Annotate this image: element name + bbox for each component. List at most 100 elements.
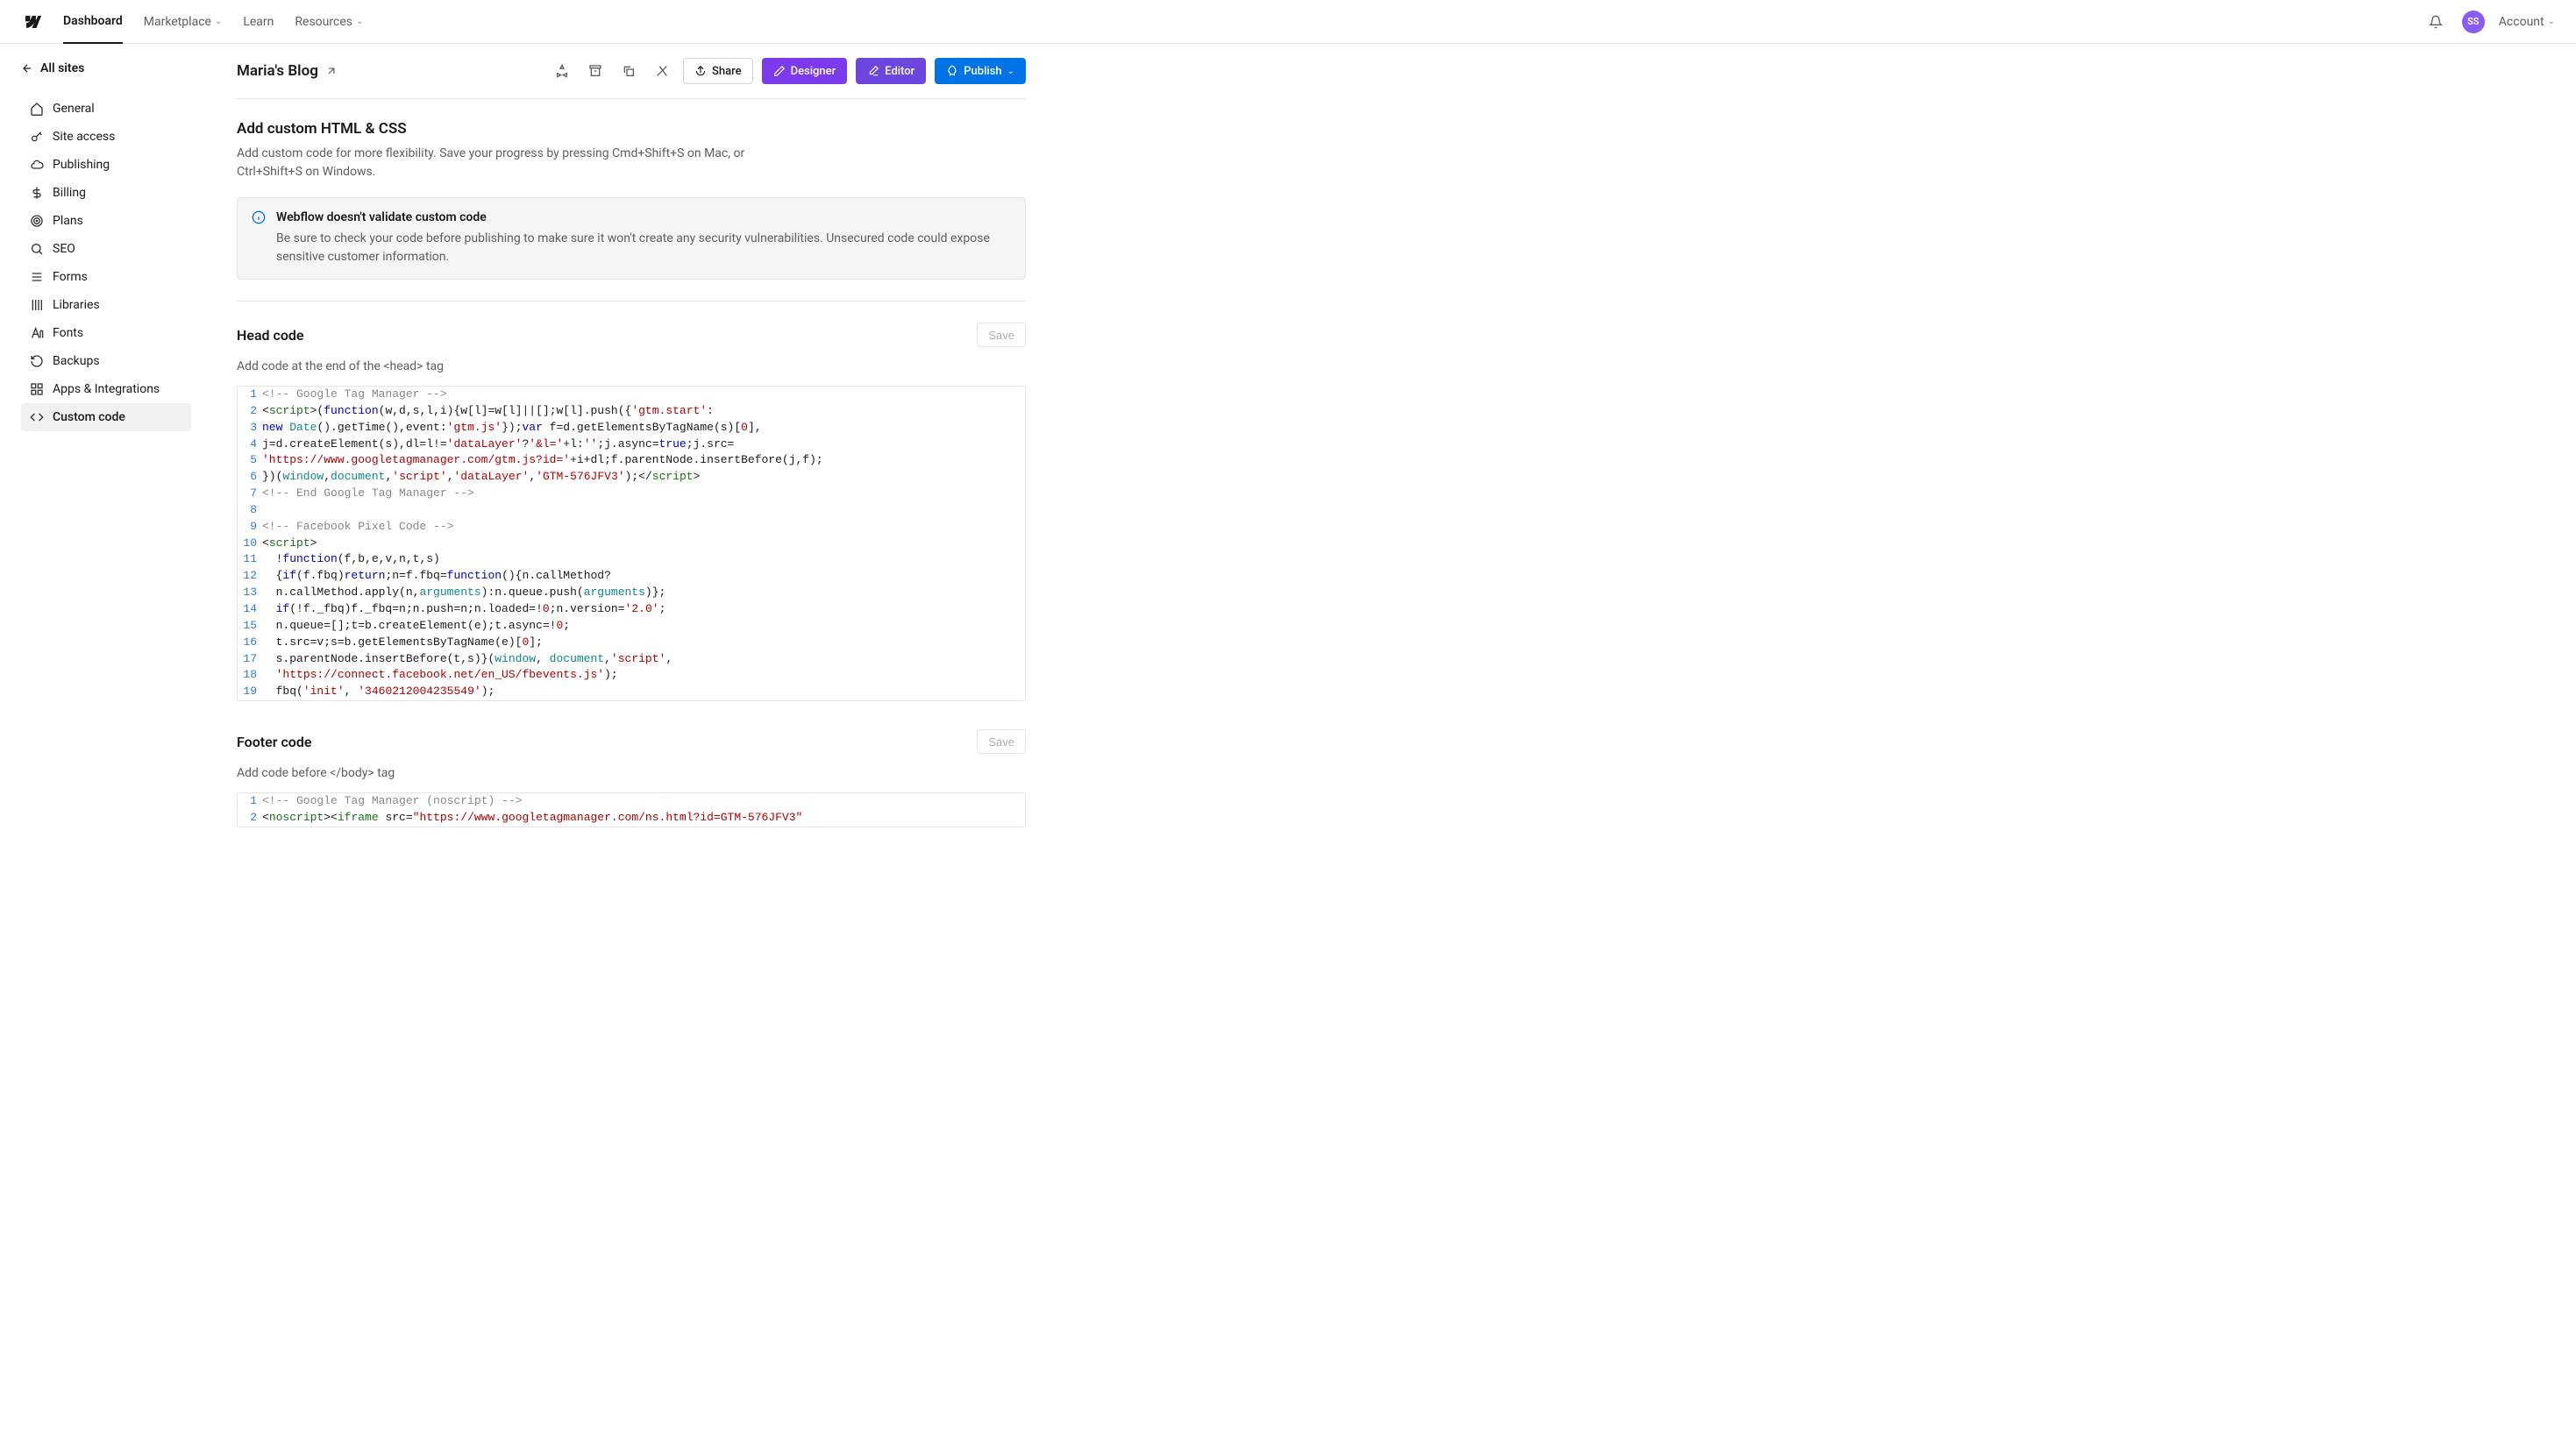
target-icon [30,214,44,228]
chevron-down-icon: ⌄ [215,17,222,26]
transfer-icon[interactable] [550,59,574,83]
search-icon [30,242,44,256]
site-title: Maria's Blog [237,62,318,80]
back-label: All sites [40,61,84,75]
code-line: 16 t.src=v;s=b.getElementsByTagName(e)[0… [238,635,1025,651]
sidebar-item-apps-integrations[interactable]: Apps & Integrations [21,375,191,403]
head-code-desc: Add code at the end of the <head> tag [237,359,1026,373]
key-icon [30,130,44,144]
nav-marketplace[interactable]: Marketplace⌄ [144,0,223,44]
page-header: Maria's Blog Share Designer Edito [237,58,1026,99]
sidebar-item-seo[interactable]: SEO [21,235,191,263]
top-nav: Dashboard Marketplace⌄ Learn Resources⌄ … [0,0,2576,44]
sidebar-item-label: Plans [53,214,83,228]
head-code-editor[interactable]: 1<!-- Google Tag Manager -->2<script>(fu… [237,386,1026,701]
chevron-down-icon: ⌄ [1007,67,1014,76]
sidebar-item-plans[interactable]: Plans [21,207,191,235]
home-icon [30,102,44,116]
books-icon [30,298,44,312]
duplicate-icon[interactable] [616,59,641,83]
font-icon [30,326,44,340]
sidebar-item-backups[interactable]: Backups [21,347,191,375]
chevron-down-icon: ⌄ [2548,17,2555,26]
editor-button[interactable]: Editor [856,58,926,84]
user-avatar[interactable]: SS [2462,11,2485,33]
sidebar-item-billing[interactable]: Billing [21,179,191,207]
head-code-title: Head code [237,327,304,344]
sidebar-item-label: Libraries [53,298,100,312]
edit-icon [867,65,879,77]
arrow-left-icon [21,62,33,75]
code-line: 12 {if(f.fbq)return;n=f.fbq=function(){n… [238,568,1025,585]
save-footer-button[interactable]: Save [977,729,1026,754]
nav-dashboard[interactable]: Dashboard [63,0,123,44]
share-button[interactable]: Share [683,58,753,84]
divider [237,301,1026,302]
nav-resources[interactable]: Resources⌄ [295,0,363,44]
pencil-icon [773,65,786,77]
sidebar: All sites General Site access Publishing Bi… [0,44,202,862]
code-line: 5'https://www.googletagmanager.com/gtm.j… [238,452,1025,469]
designer-button[interactable]: Designer [762,58,848,84]
code-line: 2<script>(function(w,d,s,l,i){w[l]=w[l]|… [238,403,1025,420]
sidebar-item-label: General [53,102,95,116]
code-line: 8 [238,502,1025,519]
code-line: 7<!-- End Google Tag Manager --> [238,486,1025,502]
nav-learn[interactable]: Learn [243,0,274,44]
code-line: 13 n.callMethod.apply(n,arguments):n.que… [238,585,1025,601]
code-icon [30,410,44,424]
chevron-down-icon: ⌄ [356,17,363,26]
sidebar-item-publishing[interactable]: Publishing [21,151,191,179]
sidebar-item-libraries[interactable]: Libraries [21,291,191,319]
delete-icon[interactable] [650,59,674,83]
code-line: 9<!-- Facebook Pixel Code --> [238,519,1025,536]
list-icon [30,270,44,284]
code-line: 19 fbq('init', '3460212004235549'); [238,684,1025,700]
publish-button[interactable]: Publish ⌄ [935,58,1026,84]
notifications-icon[interactable] [2423,10,2448,34]
main-content: Maria's Blog Share Designer Edito [202,44,1166,862]
custom-code-desc: Add custom code for more flexibility. Sa… [237,145,780,181]
sidebar-item-custom-code[interactable]: Custom code [21,403,191,431]
code-line: 10<script> [238,536,1025,552]
share-icon [694,65,707,77]
code-line: 14 if(!f._fbq)f._fbq=n;n.push=n;n.loaded… [238,601,1025,618]
code-line: 1<!-- Google Tag Manager --> [238,387,1025,403]
sidebar-item-label: Forms [53,270,88,284]
archive-icon[interactable] [583,59,608,83]
footer-code-desc: Add code before </body> tag [237,766,1026,780]
dollar-icon [30,186,44,200]
grid-icon [30,382,44,396]
sidebar-item-label: Fonts [53,326,83,340]
sidebar-item-label: Publishing [53,158,110,172]
validation-alert: Webflow doesn't validate custom code Be … [237,197,1026,280]
code-line: 17 s.parentNode.insertBefore(t,s)}(windo… [238,651,1025,668]
alert-title: Webflow doesn't validate custom code [276,210,1011,224]
code-line: 1<!-- Google Tag Manager (noscript) --> [238,793,1025,810]
code-line: 3new Date().getTime(),event:'gtm.js'});v… [238,420,1025,437]
external-link-icon[interactable] [325,65,338,77]
save-head-button[interactable]: Save [977,323,1026,347]
rocket-icon [946,65,958,77]
footer-code-editor[interactable]: 1<!-- Google Tag Manager (noscript) -->2… [237,792,1026,827]
back-all-sites[interactable]: All sites [21,58,191,79]
code-line: 18 'https://connect.facebook.net/en_US/f… [238,667,1025,684]
sidebar-item-label: SEO [53,242,75,256]
sidebar-item-fonts[interactable]: Fonts [21,319,191,347]
sidebar-item-site-access[interactable]: Site access [21,123,191,151]
sidebar-item-label: Custom code [53,410,125,424]
sidebar-item-label: Site access [53,130,115,144]
code-line: 2<noscript><iframe src="https://www.goog… [238,810,1025,827]
sidebar-item-label: Apps & Integrations [53,382,160,396]
info-icon [252,210,266,224]
cloud-icon [30,158,44,172]
account-menu[interactable]: Account⌄ [2499,0,2555,44]
code-line: 15 n.queue=[];t=b.createElement(e);t.asy… [238,618,1025,635]
sidebar-item-forms[interactable]: Forms [21,263,191,291]
alert-body: Be sure to check your code before publis… [276,230,1011,266]
undo-icon [30,354,44,368]
sidebar-item-general[interactable]: General [21,95,191,123]
webflow-logo-icon[interactable] [21,11,42,32]
sidebar-item-label: Billing [53,186,86,200]
code-line: 6})(window,document,'script','dataLayer'… [238,469,1025,486]
